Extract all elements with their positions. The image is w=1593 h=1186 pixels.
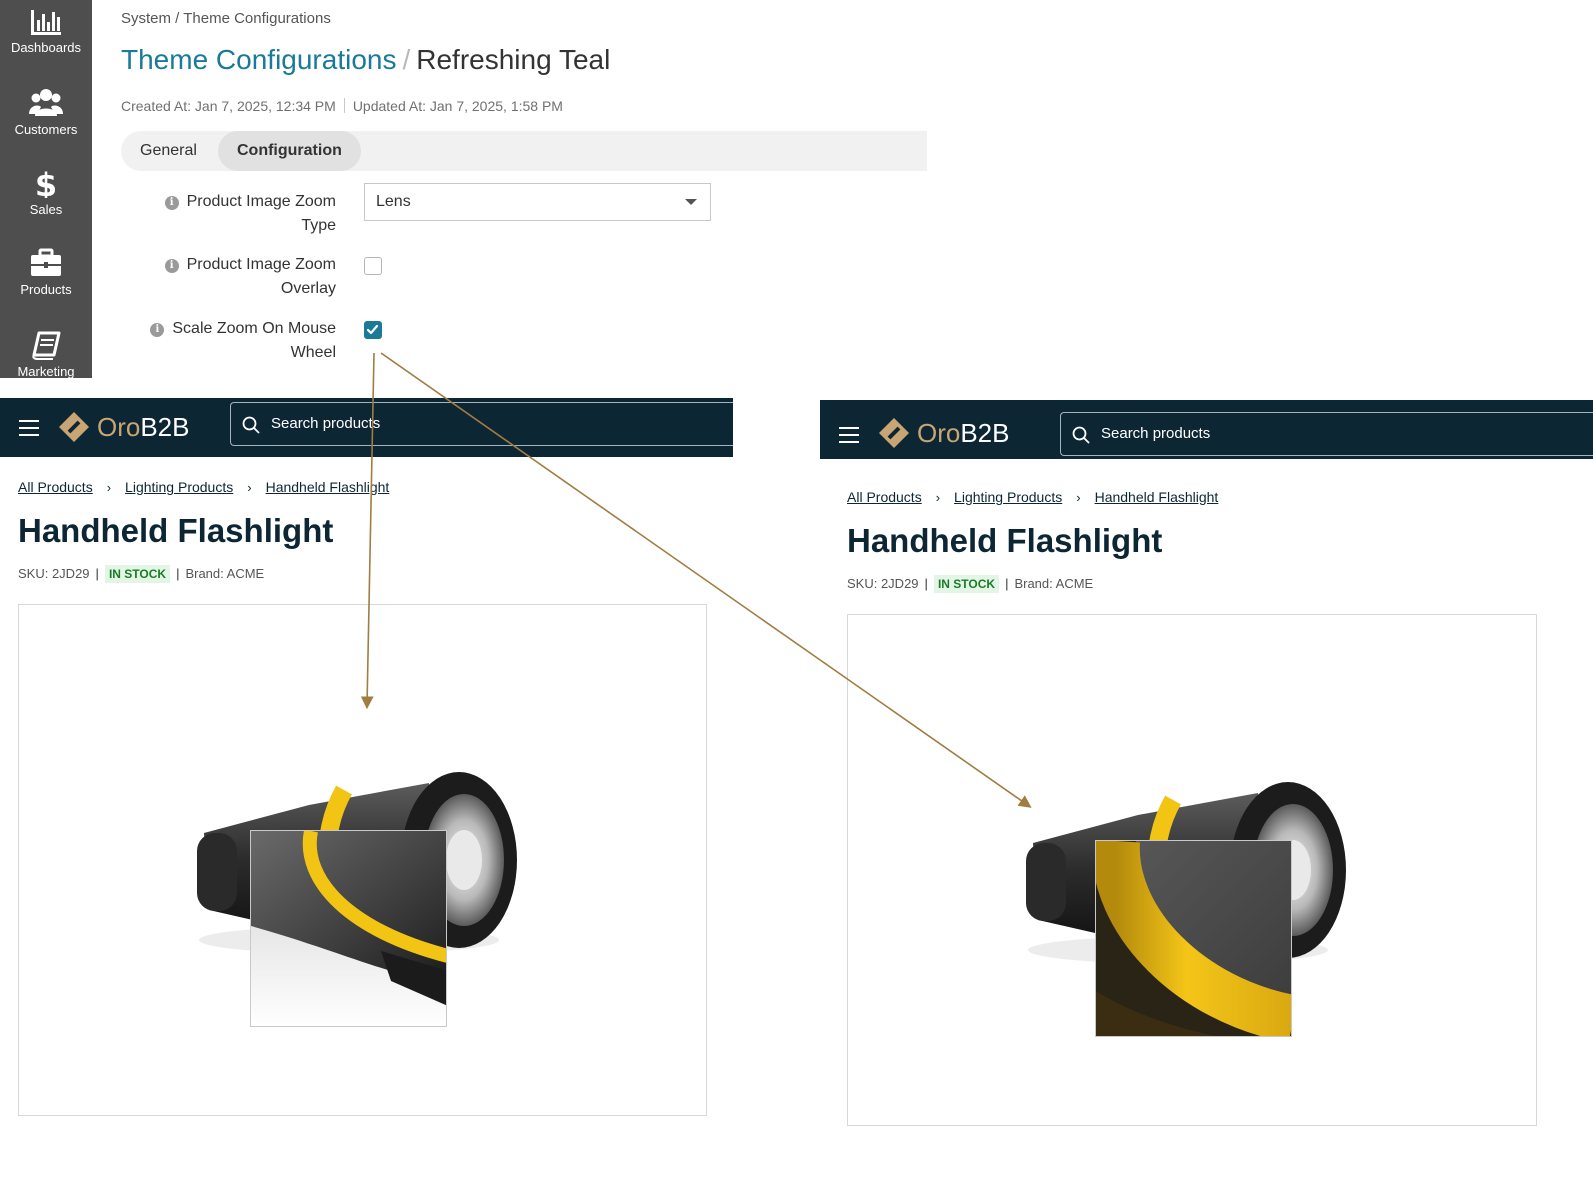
storefront-header: OroB2B Search products bbox=[820, 400, 1593, 459]
record-meta: Created At: Jan 7, 2025, 12:34 PM Updated… bbox=[121, 98, 563, 114]
field-label: i Product Image Zoom Overlay bbox=[164, 253, 336, 301]
sidebar-item-products[interactable]: Products bbox=[0, 248, 92, 328]
logo-oro: Oro bbox=[917, 417, 961, 448]
screenshot-canvas: Dashboards Customers $ Sales Products Ma… bbox=[0, 0, 1593, 1186]
breadcrumb-link[interactable]: Handheld Flashlight bbox=[1095, 489, 1219, 505]
menu-icon[interactable] bbox=[19, 415, 39, 439]
page-title-current: Refreshing Teal bbox=[416, 44, 611, 75]
logo[interactable]: OroB2B bbox=[877, 415, 1010, 451]
logo[interactable]: OroB2B bbox=[57, 409, 190, 445]
breadcrumb-link[interactable]: All Products bbox=[18, 479, 93, 495]
logo-oro: Oro bbox=[97, 411, 141, 442]
scale-zoom-checkbox[interactable] bbox=[364, 321, 382, 339]
field-label: i Product Image Zoom Type bbox=[164, 190, 336, 238]
zoom-lens-content bbox=[251, 831, 446, 1026]
product-sku: SKU: 2JD29 bbox=[847, 576, 919, 591]
sidebar-item-label: Dashboards bbox=[10, 40, 82, 55]
page-title-separator: / bbox=[402, 44, 411, 75]
info-icon[interactable]: i bbox=[150, 323, 165, 337]
sidebar-item-marketing[interactable]: Marketing bbox=[0, 330, 92, 378]
tab-general[interactable]: General bbox=[121, 131, 216, 171]
sidebar-item-customers[interactable]: Customers bbox=[0, 88, 92, 168]
stock-badge: IN STOCK bbox=[104, 565, 171, 583]
stock-badge: IN STOCK bbox=[933, 575, 1000, 593]
storefront-header: OroB2B Search products bbox=[0, 398, 733, 457]
logo-b2b: B2B bbox=[960, 417, 1010, 448]
sidebar-item-label: Customers bbox=[14, 122, 78, 137]
menu-icon[interactable] bbox=[839, 422, 859, 446]
briefcase-icon bbox=[31, 248, 61, 276]
field-label: i Scale Zoom On Mouse Wheel bbox=[150, 317, 336, 365]
zoom-lens[interactable] bbox=[1095, 840, 1292, 1037]
check-icon bbox=[366, 324, 379, 335]
product-brand: Brand: ACME bbox=[185, 566, 265, 581]
sidebar-item-dashboards[interactable]: Dashboards bbox=[0, 8, 92, 88]
logo-b2b: B2B bbox=[140, 411, 190, 442]
storefront-preview-right: OroB2B Search products All Products › Ligh… bbox=[820, 400, 1593, 1135]
tab-bar: General Configuration bbox=[121, 131, 927, 171]
storefront-breadcrumb: All Products › Lighting Products › Handheld … bbox=[18, 479, 389, 495]
breadcrumb-link[interactable]: All Products bbox=[847, 489, 922, 505]
product-title: Handheld Flashlight bbox=[18, 512, 334, 549]
admin-breadcrumb: System / Theme Configurations bbox=[121, 10, 331, 27]
info-icon[interactable]: i bbox=[164, 196, 179, 210]
chevron-right-icon: › bbox=[935, 490, 941, 505]
admin-sidebar: Dashboards Customers $ Sales Products Ma… bbox=[0, 0, 92, 378]
caret-down-icon bbox=[685, 199, 697, 205]
breadcrumb-link[interactable]: Lighting Products bbox=[125, 479, 233, 495]
product-image-gallery[interactable] bbox=[18, 604, 707, 1116]
breadcrumb-link[interactable]: Handheld Flashlight bbox=[266, 479, 390, 495]
storefront-preview-left: OroB2B Search products All Products › Ligh… bbox=[0, 398, 735, 1128]
page-title-link[interactable]: Theme Configurations bbox=[121, 44, 396, 75]
storefront-breadcrumb: All Products › Lighting Products › Handheld … bbox=[847, 489, 1218, 505]
field-product-image-zoom-overlay: i Product Image Zoom Overlay bbox=[121, 246, 721, 306]
product-sku: SKU: 2JD29 bbox=[18, 566, 90, 581]
product-title: Handheld Flashlight bbox=[847, 522, 1163, 559]
info-icon[interactable]: i bbox=[164, 259, 179, 273]
zoom-type-select[interactable]: Lens bbox=[364, 183, 711, 221]
svg-text:$: $ bbox=[35, 168, 57, 198]
search-icon bbox=[1072, 426, 1090, 444]
tab-configuration[interactable]: Configuration bbox=[218, 131, 361, 171]
zoom-type-value: Lens bbox=[376, 193, 411, 210]
zoom-overlay-checkbox[interactable] bbox=[364, 257, 382, 275]
zoom-lens[interactable] bbox=[250, 830, 447, 1027]
product-meta: SKU: 2JD29 | IN STOCK | Brand: ACME bbox=[847, 575, 1094, 593]
meta-divider bbox=[343, 98, 345, 113]
sidebar-item-label: Products bbox=[20, 282, 72, 297]
breadcrumb-link[interactable]: Lighting Products bbox=[954, 489, 1062, 505]
product-image-gallery[interactable] bbox=[847, 614, 1537, 1126]
field-product-image-zoom-type: i Product Image Zoom Type Lens bbox=[121, 183, 721, 243]
page-title: Theme Configurations / Refreshing Teal bbox=[121, 44, 610, 76]
logo-icon bbox=[59, 412, 89, 442]
search-input[interactable]: Search products bbox=[230, 402, 733, 446]
logo-icon bbox=[879, 418, 909, 448]
search-input[interactable]: Search products bbox=[1060, 412, 1593, 456]
users-icon bbox=[29, 89, 63, 116]
field-scale-zoom-on-mouse-wheel: i Scale Zoom On Mouse Wheel bbox=[121, 310, 721, 370]
chevron-right-icon: › bbox=[1076, 490, 1081, 505]
product-brand: Brand: ACME bbox=[1014, 576, 1094, 591]
product-meta: SKU: 2JD29 | IN STOCK | Brand: ACME bbox=[18, 565, 265, 583]
search-icon bbox=[242, 416, 260, 434]
chevron-right-icon: › bbox=[247, 480, 252, 495]
book-icon bbox=[32, 331, 61, 360]
search-placeholder: Search products bbox=[271, 415, 381, 432]
zoom-lens-content bbox=[1096, 841, 1291, 1036]
sidebar-item-label: Sales bbox=[29, 202, 63, 217]
dollar-icon: $ bbox=[35, 168, 57, 198]
sidebar-item-label: Marketing bbox=[17, 364, 75, 378]
created-at: Created At: Jan 7, 2025, 12:34 PM bbox=[121, 98, 336, 114]
search-placeholder: Search products bbox=[1101, 425, 1211, 442]
sidebar-item-sales[interactable]: $ Sales bbox=[0, 168, 92, 248]
updated-at: Updated At: Jan 7, 2025, 1:58 PM bbox=[352, 98, 563, 114]
bar-chart-icon bbox=[31, 10, 61, 35]
chevron-right-icon: › bbox=[106, 480, 112, 495]
